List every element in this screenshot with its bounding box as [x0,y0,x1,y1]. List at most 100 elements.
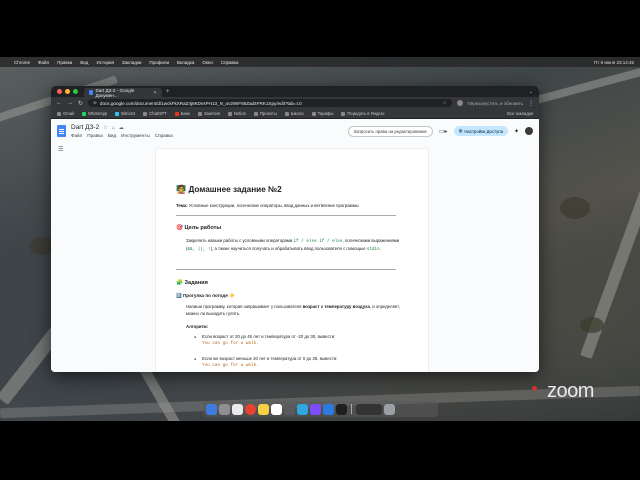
bookmarks-bar: Gmail WhatsApp Bitrix24 ChatGPT Банк Зан… [51,109,539,119]
menubar-item[interactable]: Chrome [14,60,30,65]
relaunch-update-button[interactable]: Перезапустить и обновить [468,101,523,106]
safari-icon[interactable] [232,403,243,415]
docs-title-row: Dart ДЗ-2 ☆ ⌂ ☁ [71,124,173,131]
bookmark-item[interactable]: Школа [284,111,304,116]
star-icon[interactable]: ☆ [103,125,107,131]
bookmark-item[interactable]: Занятия [197,111,220,116]
meet-camera-icon[interactable]: ▭▸ [439,128,448,135]
topic-label: Тема: [176,203,188,208]
menubar-clock[interactable]: Пт 6 июня 23:14:45 [594,60,634,65]
goal-paragraph: Закрепить навыки работы с условными опер… [186,238,401,254]
bookmark-star-icon[interactable]: ☆ [442,100,446,106]
avatar[interactable] [525,127,533,135]
site-info-icon[interactable]: ⊜ [93,100,97,106]
doc-topic-line: Тема: Условные конструкции, логические о… [176,203,404,208]
forward-icon[interactable]: → [67,100,73,106]
vscode-icon[interactable] [323,403,334,415]
bookmark-favicon-icon [254,111,259,116]
calendar-icon[interactable] [271,403,282,415]
menubar-item[interactable]: Справка [221,60,239,65]
menubar-item[interactable]: История [96,60,113,65]
menu-edit[interactable]: Правка [87,133,103,138]
profile-icon[interactable] [456,100,463,106]
task-bold: температуру воздуха [324,304,370,309]
recording-indicator-icon [532,386,537,391]
document-page[interactable]: 🧑‍🏫 Домашнее задание №2 Тема: Условные к… [156,149,428,372]
document-outline-icon[interactable]: ☰ [58,146,63,153]
google-docs-logo-icon[interactable] [57,125,66,137]
telegram-icon[interactable] [297,403,308,415]
goal-heading: 🎯 Цель работы [176,225,222,231]
menu-tools[interactable]: Инструменты [121,133,150,138]
app-icon[interactable] [310,403,321,415]
menu-view[interactable]: Вид [108,133,116,138]
document-title[interactable]: Dart ДЗ-2 [71,124,99,131]
close-window-button[interactable] [57,89,62,94]
launchpad-icon[interactable] [219,403,230,415]
url-text: docs.google.com/document/d/1wckFkXRaZ4j6… [99,100,302,106]
bookmark-favicon-icon [341,111,346,116]
notes-icon[interactable] [258,403,269,415]
trash-icon[interactable] [384,403,395,415]
chrome-icon[interactable] [245,403,256,415]
bookmark-item[interactable]: Gmail [57,111,74,116]
bookmark-label: WhatsApp [87,111,108,116]
divider [176,215,396,216]
maximize-window-button[interactable] [73,89,78,94]
bookmark-item[interactable]: Notion [227,111,246,116]
mac-menubar: Chrome Файл Правка Вид История Закладки … [0,57,640,67]
share-button[interactable]: ◍ Настройки Доступа [453,126,508,136]
mac-dock [203,401,438,417]
bookmark-item[interactable]: WhatsApp [81,111,108,116]
bookmark-item[interactable]: Bitrix24 [115,111,135,116]
more-menu-icon[interactable]: ⋮ [528,100,534,107]
bookmark-favicon-icon [174,111,179,116]
address-bar[interactable]: ⊜ docs.google.com/document/d/1wckFkXRaZ4… [88,99,452,107]
docs-header-actions: Запросить права на редактирование ▭▸ ◍ Н… [347,125,533,137]
reload-icon[interactable]: ↻ [78,100,83,107]
cloud-status-icon[interactable]: ☁ [119,125,124,131]
list-item: Если же возраст меньше 20 лет и температ… [194,356,402,369]
new-tab-button[interactable]: + [166,89,170,95]
bookmark-label: Передать в Яндекс [347,111,385,116]
window-thumbnail-icon[interactable] [356,403,382,415]
move-folder-icon[interactable]: ⌂ [112,125,115,131]
docs-header: Dart ДЗ-2 ☆ ⌂ ☁ Файл Правка Вид Инструме… [51,119,539,143]
finder-icon[interactable] [206,403,217,415]
task-1-description: Напиши программу, которая запрашивает у … [186,304,401,318]
minimize-window-button[interactable] [65,89,70,94]
bookmark-favicon-icon [284,111,289,116]
gemini-icon[interactable]: ✦ [514,128,519,135]
bookmark-item[interactable]: Передать в Яндекс [341,111,385,116]
terminal-icon[interactable] [336,403,347,415]
bookmark-item[interactable]: ChatGPT [143,111,167,116]
algorithm-label: Алгоритм: [186,324,209,329]
menubar-item[interactable]: Файл [38,60,49,65]
tab-search-icon[interactable]: ⌄ [529,89,533,95]
bookmark-label: Gmail [63,111,74,116]
all-bookmarks-button[interactable]: Все закладки [507,111,533,116]
bookmark-label: Bitrix24 [121,111,136,116]
bookmark-favicon-icon [115,111,120,116]
menubar-item[interactable]: Вкладка [177,60,194,65]
divider [176,269,396,270]
bookmark-label: Школа [290,111,304,116]
menubar-item[interactable]: Правка [57,60,72,65]
globe-icon: ◍ [458,128,463,133]
bookmark-item[interactable]: Проекты [254,111,277,116]
doc-heading-1: 🧑‍🏫 Домашнее задание №2 [176,185,282,194]
menubar-item[interactable]: Закладки [122,60,141,65]
close-tab-icon[interactable]: ✕ [153,90,157,96]
request-edit-access-button[interactable]: Запросить права на редактирование [347,125,433,137]
menubar-item[interactable]: Окно [202,60,212,65]
bookmark-item[interactable]: Тарифы [311,111,333,116]
menubar-item[interactable]: Вид [80,60,88,65]
back-icon[interactable]: ← [56,100,62,106]
menubar-item[interactable]: Профили [149,60,169,65]
bookmark-item[interactable]: Банк [174,111,190,116]
task-1-title: 1️⃣ Прогулка по погоде ☀️ [176,293,235,298]
menu-help[interactable]: Справка [155,133,173,138]
settings-icon[interactable] [284,403,295,415]
menu-file[interactable]: Файл [71,133,82,138]
browser-tab[interactable]: Dart ДЗ-2 - Google Докумен... ✕ [84,88,162,98]
